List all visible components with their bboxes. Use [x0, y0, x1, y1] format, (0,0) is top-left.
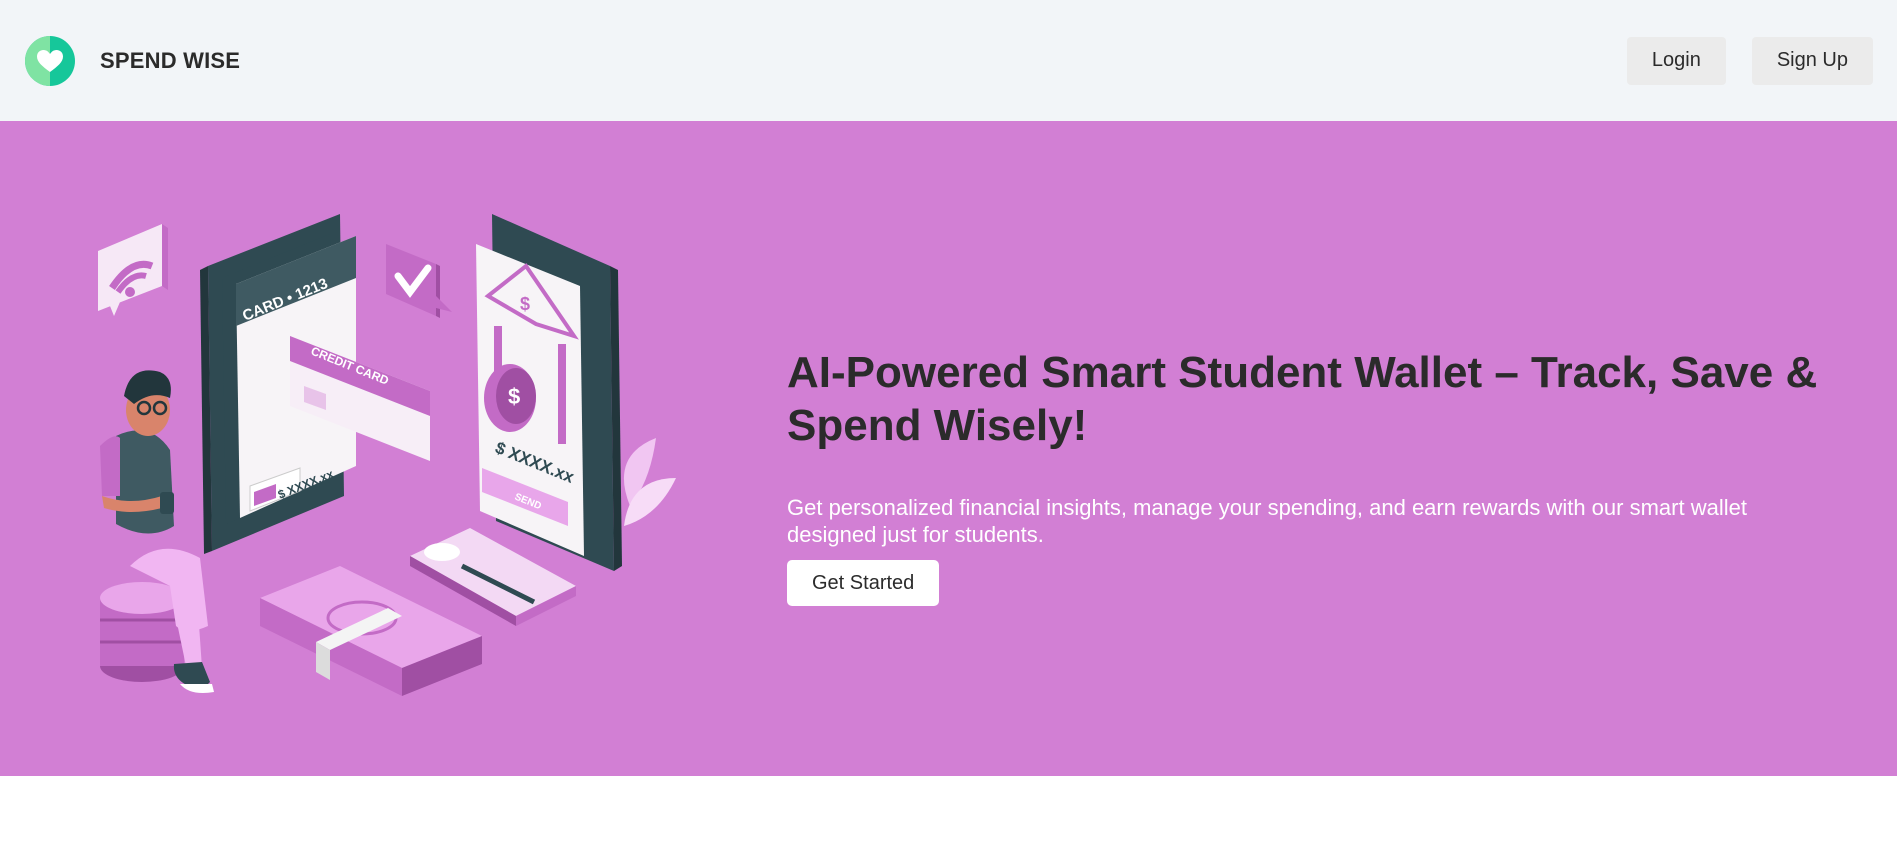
hero-section: CARD • 1213 $ XXXX.xx CREDIT CARD $ $ $ …: [0, 121, 1897, 776]
wifi-icon: [98, 224, 168, 316]
login-button[interactable]: Login: [1626, 36, 1726, 85]
coin-stack: [100, 582, 184, 682]
get-started-button[interactable]: Get Started: [787, 560, 940, 606]
checkmark-icon: [386, 244, 452, 318]
heart-logo-icon: [25, 35, 75, 86]
coin-dollar-symbol: $: [508, 384, 520, 409]
nav-actions: Login Sign Up: [1626, 36, 1873, 85]
hero-content: AI-Powered Smart Student Wallet – Track,…: [787, 346, 1827, 606]
navbar: SPEND WISE Login Sign Up: [0, 0, 1897, 121]
brand-name: SPEND WISE: [100, 47, 241, 73]
wallet-illustration: CARD • 1213 $ XXXX.xx CREDIT CARD $ $ $ …: [98, 214, 676, 696]
phone-right: $ $ $ XXXX.xx SEND: [476, 214, 622, 571]
hero-subtitle: Get personalized financial insights, man…: [787, 495, 1747, 547]
leaf-decoration: [623, 438, 676, 526]
bank-dollar-symbol: $: [520, 294, 530, 314]
hero-title: AI-Powered Smart Student Wallet – Track,…: [787, 348, 1818, 450]
signup-button[interactable]: Sign Up: [1751, 36, 1873, 85]
brand[interactable]: SPEND WISE: [25, 35, 241, 86]
